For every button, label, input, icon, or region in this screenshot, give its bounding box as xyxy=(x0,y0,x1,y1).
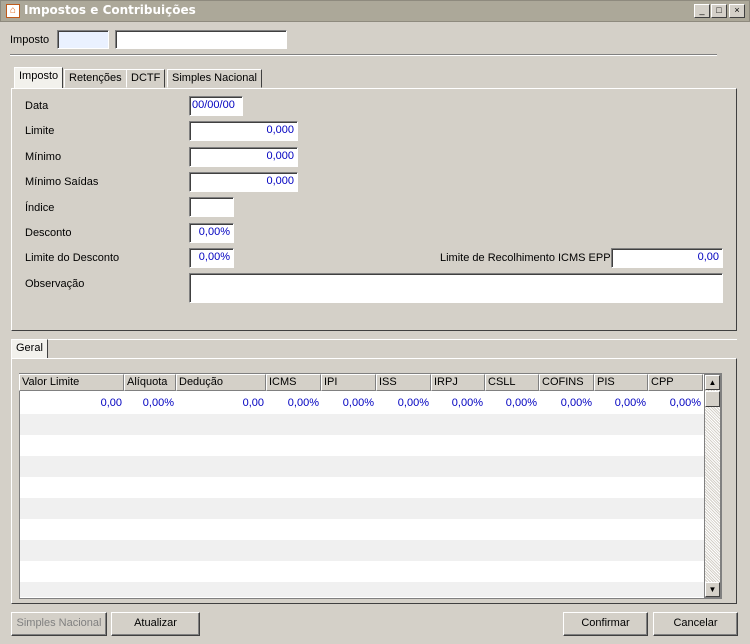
col-cofins[interactable]: COFINS xyxy=(539,374,594,391)
tab-simples-nacional[interactable]: Simples Nacional xyxy=(167,69,262,88)
scroll-down-icon[interactable]: ▼ xyxy=(705,582,720,597)
indice-field[interactable] xyxy=(189,197,234,217)
atualizar-button[interactable]: Atualizar xyxy=(111,612,200,636)
cell-ipi: 0,00% xyxy=(342,397,374,409)
close-icon[interactable]: × xyxy=(729,4,745,18)
table-row[interactable]: 0,00 0,00% 0,00 0,00% 0,00% 0,00% 0,00% … xyxy=(20,393,704,414)
limite-recolhimento-field[interactable]: 0,00 xyxy=(611,248,723,268)
scroll-up-icon[interactable]: ▲ xyxy=(705,375,720,390)
cell-cofins: 0,00% xyxy=(560,397,592,409)
tab-geral[interactable]: Geral xyxy=(11,339,48,359)
desconto-field[interactable]: 0,00% xyxy=(189,223,234,243)
col-valor-limite[interactable]: Valor Limite xyxy=(19,374,124,391)
empty-row xyxy=(20,456,704,477)
cell-valor-limite: 0,00 xyxy=(100,397,122,409)
col-aliquota[interactable]: Alíquota xyxy=(124,374,176,391)
minimo-label: Mínimo xyxy=(25,151,62,163)
limite-desconto-field[interactable]: 0,00% xyxy=(189,248,234,268)
imposto-code-field[interactable] xyxy=(57,30,109,49)
app-icon: ⌂ xyxy=(6,4,20,18)
cancelar-button[interactable]: Cancelar xyxy=(653,612,738,636)
cell-pis: 0,00% xyxy=(614,397,646,409)
cell-icms: 0,00% xyxy=(287,397,319,409)
grid-scrollbar[interactable]: ▲ ▼ xyxy=(704,374,721,598)
cell-aliquota: 0,00% xyxy=(142,397,174,409)
limite-field[interactable]: 0,000 xyxy=(189,121,298,141)
imposto-name-field[interactable] xyxy=(115,30,287,49)
geral-tab-strip xyxy=(11,339,737,358)
cell-deducao: 0,00 xyxy=(242,397,264,409)
empty-row xyxy=(20,498,704,519)
col-ipi[interactable]: IPI xyxy=(321,374,376,391)
observacao-label: Observação xyxy=(25,278,85,290)
simples-nacional-button[interactable]: Simples Nacional xyxy=(11,612,107,636)
col-cpp[interactable]: CPP xyxy=(648,374,703,391)
desconto-label: Desconto xyxy=(25,227,72,239)
tab-imposto[interactable]: Imposto xyxy=(14,67,64,89)
cell-cpp: 0,00% xyxy=(669,397,701,409)
data-label: Data xyxy=(25,100,49,112)
cell-csll: 0,00% xyxy=(505,397,537,409)
minimize-icon[interactable]: _ xyxy=(694,4,710,18)
tab-dctf[interactable]: DCTF xyxy=(126,69,166,88)
observacao-field[interactable] xyxy=(189,273,723,303)
tab-retencoes[interactable]: Retenções xyxy=(64,69,127,88)
maximize-icon[interactable]: □ xyxy=(711,4,727,18)
cell-iss: 0,00% xyxy=(397,397,429,409)
empty-row xyxy=(20,582,704,597)
minimo-saidas-label: Mínimo Saídas xyxy=(25,176,99,188)
col-deducao[interactable]: Dedução xyxy=(176,374,266,391)
col-iss[interactable]: ISS xyxy=(376,374,431,391)
confirmar-button[interactable]: Confirmar xyxy=(563,612,648,636)
col-csll[interactable]: CSLL xyxy=(485,374,539,391)
minimo-field[interactable]: 0,000 xyxy=(189,147,298,167)
col-pis[interactable]: PIS xyxy=(594,374,648,391)
limite-desconto-label: Limite do Desconto xyxy=(25,252,120,264)
imposto-label: Imposto xyxy=(10,34,50,46)
limite-label: Limite xyxy=(25,125,55,137)
empty-row xyxy=(20,414,704,435)
empty-row xyxy=(20,540,704,561)
col-irpj[interactable]: IRPJ xyxy=(431,374,485,391)
window-title: Impostos e Contribuições xyxy=(24,3,196,17)
col-icms[interactable]: ICMS xyxy=(266,374,321,391)
scroll-thumb[interactable] xyxy=(705,391,720,407)
indice-label: Índice xyxy=(25,202,55,214)
header-divider xyxy=(10,54,717,56)
data-field[interactable]: 00/00/00 xyxy=(189,96,243,116)
cell-irpj: 0,00% xyxy=(451,397,483,409)
limite-recolhimento-label: Limite de Recolhimento ICMS EPP xyxy=(440,252,611,264)
minimo-saidas-field[interactable]: 0,000 xyxy=(189,172,298,192)
grid-header: Valor Limite Alíquota Dedução ICMS IPI I… xyxy=(19,374,703,391)
